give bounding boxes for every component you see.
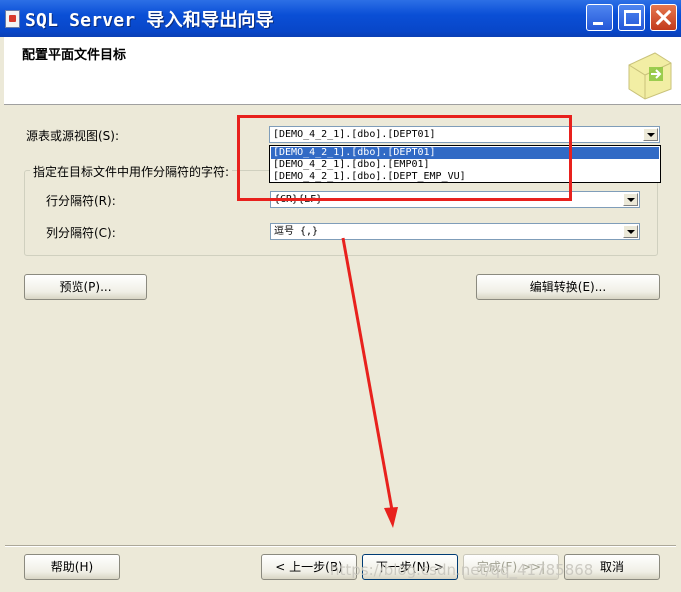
- annotation-arrow-icon: [341, 237, 398, 528]
- watermark: https://blog.csdn.net/qq_41785868: [330, 561, 594, 579]
